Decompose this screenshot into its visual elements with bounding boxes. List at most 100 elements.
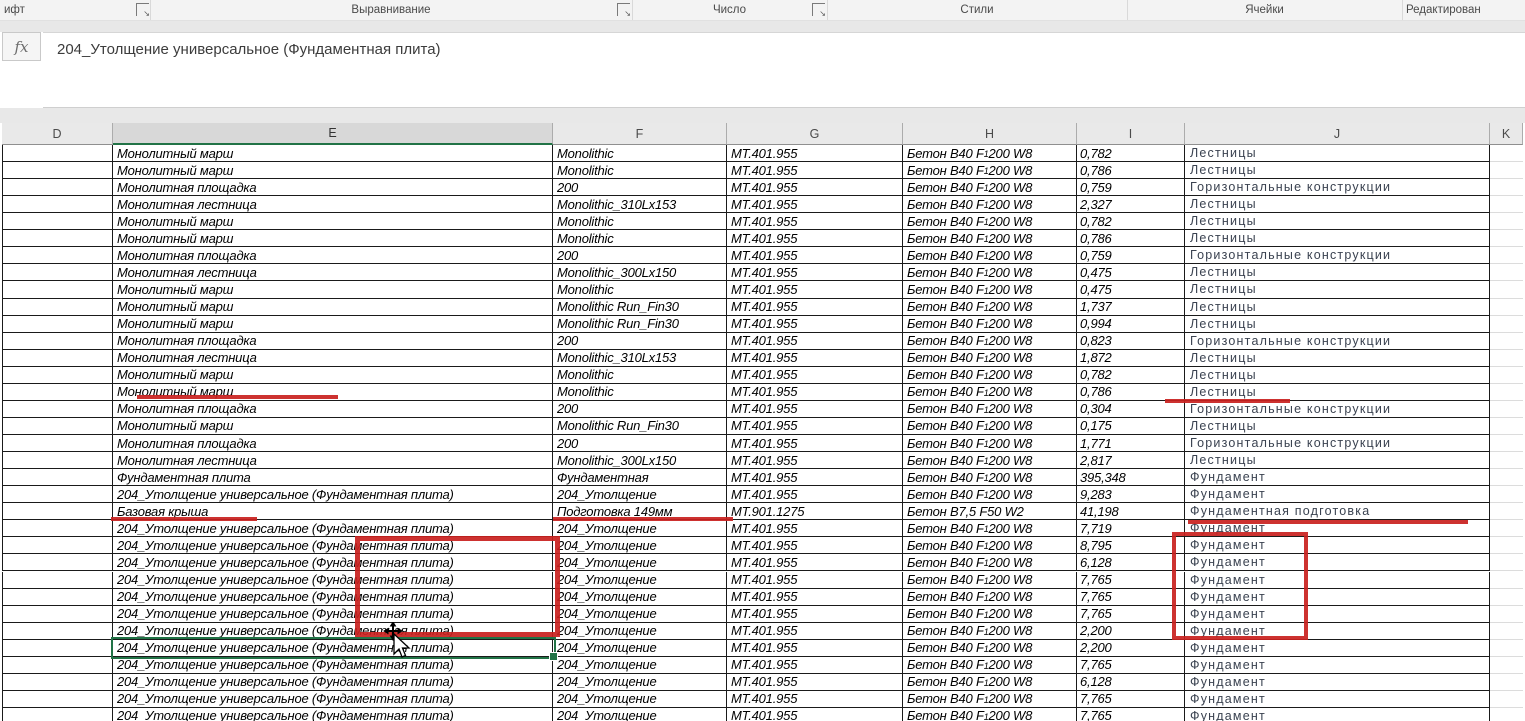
cell-E-5[interactable]: Монолитный марш: [113, 213, 553, 231]
cell-I-15[interactable]: 0,786: [1077, 383, 1185, 401]
cell-I-29[interactable]: 2,200: [1077, 622, 1185, 640]
cell-K-14[interactable]: [1490, 366, 1523, 384]
cell-D-17[interactable]: [2, 417, 113, 435]
cell-D-8[interactable]: [2, 264, 113, 282]
cell-J-5[interactable]: Лестницы: [1185, 213, 1490, 231]
cell-D-29[interactable]: [2, 622, 113, 640]
cell-E-6[interactable]: Монолитный марш: [113, 230, 553, 248]
cell-E-23[interactable]: 204_Утолщение универсальное (Фундаментна…: [113, 520, 553, 538]
cell-J-11[interactable]: Лестницы: [1185, 315, 1490, 333]
cell-K-26[interactable]: [1490, 571, 1523, 589]
cell-E-31[interactable]: 204_Утолщение универсальное (Фундаментна…: [113, 656, 553, 674]
cell-H-6[interactable]: Бетон B40 F 1 200 W8: [903, 230, 1077, 248]
cell-I-16[interactable]: 0,304: [1077, 400, 1185, 418]
cell-K-6[interactable]: [1490, 230, 1523, 248]
cell-E-28[interactable]: 204_Утолщение универсальное (Фундаментна…: [113, 605, 553, 623]
dialog-launcher-icon[interactable]: [617, 3, 631, 18]
cell-I-27[interactable]: 7,765: [1077, 588, 1185, 606]
cell-K-2[interactable]: [1490, 162, 1523, 180]
cell-G-31[interactable]: МТ.401.955: [727, 656, 903, 674]
cell-D-26[interactable]: [2, 571, 113, 589]
dialog-launcher-icon[interactable]: [136, 3, 150, 18]
cell-E-7[interactable]: Монолитная площадка: [113, 247, 553, 265]
cell-H-22[interactable]: Бетон B7,5 F50 W2: [903, 503, 1077, 521]
cell-J-15[interactable]: Лестницы: [1185, 383, 1490, 401]
cell-D-9[interactable]: [2, 281, 113, 299]
cell-D-1[interactable]: [2, 145, 113, 163]
cell-J-23[interactable]: Фундамент: [1185, 520, 1490, 538]
cell-F-5[interactable]: Monolithic: [553, 213, 727, 231]
cell-K-10[interactable]: [1490, 298, 1523, 316]
cell-J-20[interactable]: Фундамент: [1185, 469, 1490, 487]
cell-J-22[interactable]: Фундаментная подготовка: [1185, 503, 1490, 521]
cell-K-32[interactable]: [1490, 673, 1523, 691]
cell-F-25[interactable]: 204_Утолщение: [553, 554, 727, 572]
cell-F-33[interactable]: 204_Утолщение: [553, 690, 727, 708]
cell-E-4[interactable]: Монолитная лестница: [113, 196, 553, 214]
dialog-launcher-icon[interactable]: [812, 3, 826, 18]
cell-E-26[interactable]: 204_Утолщение универсальное (Фундаментна…: [113, 571, 553, 589]
cell-J-10[interactable]: Лестницы: [1185, 298, 1490, 316]
column-header-D[interactable]: D: [2, 123, 113, 145]
cell-I-2[interactable]: 0,786: [1077, 162, 1185, 180]
cell-H-29[interactable]: Бетон B40 F 1 200 W8: [903, 622, 1077, 640]
cell-H-5[interactable]: Бетон B40 F 1 200 W8: [903, 213, 1077, 231]
cell-K-1[interactable]: [1490, 145, 1523, 163]
cell-E-3[interactable]: Монолитная площадка: [113, 179, 553, 197]
cell-H-9[interactable]: Бетон B40 F 1 200 W8: [903, 281, 1077, 299]
cell-I-34[interactable]: 7,765: [1077, 707, 1185, 721]
column-header-H[interactable]: H: [903, 123, 1077, 145]
cell-D-2[interactable]: [2, 162, 113, 180]
cell-H-32[interactable]: Бетон B40 F 1 200 W8: [903, 673, 1077, 691]
cell-H-8[interactable]: Бетон B40 F 1 200 W8: [903, 264, 1077, 282]
cell-I-17[interactable]: 0,175: [1077, 417, 1185, 435]
cell-K-34[interactable]: [1490, 707, 1523, 721]
cell-H-25[interactable]: Бетон B40 F 1 200 W8: [903, 554, 1077, 572]
cell-D-27[interactable]: [2, 588, 113, 606]
cell-G-20[interactable]: МТ.401.955: [727, 469, 903, 487]
cell-J-27[interactable]: Фундамент: [1185, 588, 1490, 606]
cell-D-5[interactable]: [2, 213, 113, 231]
cell-G-19[interactable]: МТ.401.955: [727, 452, 903, 470]
cell-D-11[interactable]: [2, 315, 113, 333]
cell-G-15[interactable]: МТ.401.955: [727, 383, 903, 401]
cell-F-27[interactable]: 204_Утолщение: [553, 588, 727, 606]
cell-E-25[interactable]: 204_Утолщение универсальное (Фундаментна…: [113, 554, 553, 572]
cell-K-25[interactable]: [1490, 554, 1523, 572]
cell-G-22[interactable]: МТ.901.1275: [727, 503, 903, 521]
cell-F-31[interactable]: 204_Утолщение: [553, 656, 727, 674]
cell-I-8[interactable]: 0,475: [1077, 264, 1185, 282]
cell-K-24[interactable]: [1490, 537, 1523, 555]
cell-F-14[interactable]: Monolithic: [553, 366, 727, 384]
cell-G-28[interactable]: МТ.401.955: [727, 605, 903, 623]
cell-K-28[interactable]: [1490, 605, 1523, 623]
cell-F-21[interactable]: 204_Утолщение: [553, 486, 727, 504]
cell-D-19[interactable]: [2, 452, 113, 470]
cell-I-4[interactable]: 2,327: [1077, 196, 1185, 214]
cell-F-4[interactable]: Monolithic_310Lx153: [553, 196, 727, 214]
cell-E-2[interactable]: Монолитный марш: [113, 162, 553, 180]
cell-D-12[interactable]: [2, 332, 113, 350]
column-header-F[interactable]: F: [553, 123, 727, 145]
cell-I-12[interactable]: 0,823: [1077, 332, 1185, 350]
cell-F-7[interactable]: 200: [553, 247, 727, 265]
cell-K-5[interactable]: [1490, 213, 1523, 231]
cell-G-18[interactable]: МТ.401.955: [727, 435, 903, 453]
cell-J-4[interactable]: Лестницы: [1185, 196, 1490, 214]
cell-K-15[interactable]: [1490, 383, 1523, 401]
cell-I-13[interactable]: 1,872: [1077, 349, 1185, 367]
cell-I-30[interactable]: 2,200: [1077, 639, 1185, 657]
cell-G-33[interactable]: МТ.401.955: [727, 690, 903, 708]
cell-H-10[interactable]: Бетон B40 F 1 200 W8: [903, 298, 1077, 316]
cell-H-31[interactable]: Бетон B40 F 1 200 W8: [903, 656, 1077, 674]
cell-H-33[interactable]: Бетон B40 F 1 200 W8: [903, 690, 1077, 708]
cell-G-2[interactable]: МТ.401.955: [727, 162, 903, 180]
cell-J-7[interactable]: Горизонтальные конструкции: [1185, 247, 1490, 265]
cell-E-32[interactable]: 204_Утолщение универсальное (Фундаментна…: [113, 673, 553, 691]
cell-G-3[interactable]: МТ.401.955: [727, 179, 903, 197]
cell-J-6[interactable]: Лестницы: [1185, 230, 1490, 248]
cell-J-24[interactable]: Фундамент: [1185, 537, 1490, 555]
cell-H-27[interactable]: Бетон B40 F 1 200 W8: [903, 588, 1077, 606]
cell-E-15[interactable]: Монолитный марш: [113, 383, 553, 401]
cell-J-12[interactable]: Горизонтальные конструкции: [1185, 332, 1490, 350]
